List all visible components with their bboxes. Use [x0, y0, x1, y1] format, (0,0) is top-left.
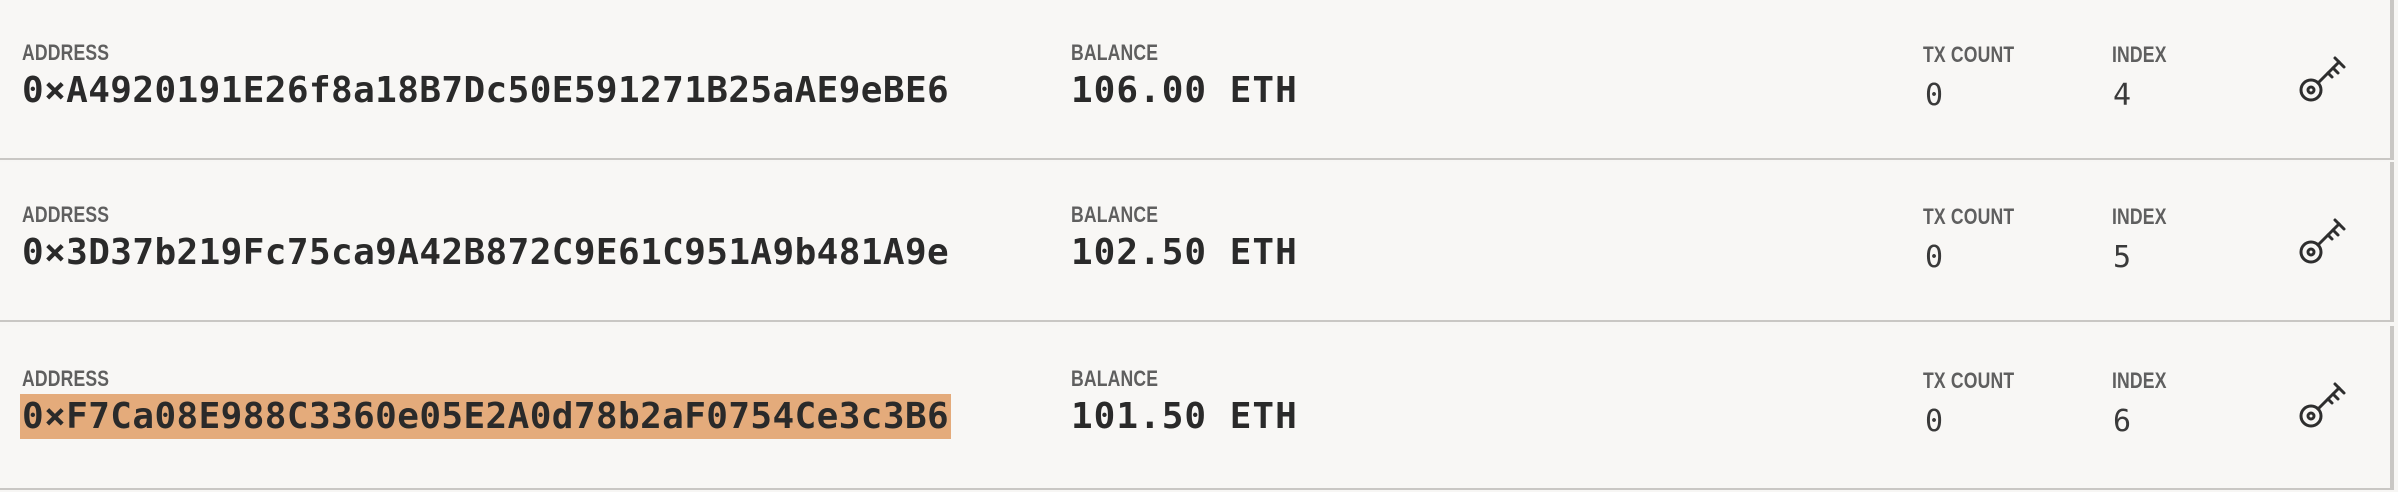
account-row: ADDRESS 0×A4920191E26f8a18B7Dc50E591271B… — [0, 0, 2394, 160]
tx-count-label: TX COUNT — [1923, 204, 2015, 229]
account-address-selected[interactable]: 0×F7Ca08E988C3360e05E2A0d78b2aF0754Ce3c3… — [20, 394, 952, 439]
address-label: ADDRESS — [22, 40, 110, 65]
show-keys-button[interactable] — [2298, 212, 2350, 266]
balance-label: BALANCE — [1071, 202, 1159, 227]
account-tx-count: 0 — [1925, 240, 1944, 275]
account-row: ADDRESS 0×3D37b219Fc75ca9A42B872C9E61C95… — [0, 162, 2394, 322]
show-keys-button[interactable] — [2298, 50, 2350, 104]
account-tx-count: 0 — [1925, 404, 1944, 439]
account-address[interactable]: 0×3D37b219Fc75ca9A42B872C9E61C951A9b481A… — [20, 230, 951, 275]
account-index: 5 — [2113, 240, 2132, 275]
account-balance: 102.50 ETH — [1071, 232, 1298, 273]
account-tx-count: 0 — [1925, 78, 1944, 113]
address-label: ADDRESS — [22, 366, 110, 391]
account-balance: 106.00 ETH — [1071, 70, 1298, 111]
tx-count-label: TX COUNT — [1923, 368, 2015, 393]
account-balance: 101.50 ETH — [1071, 396, 1298, 437]
index-label: INDEX — [2112, 204, 2167, 229]
index-label: INDEX — [2112, 42, 2167, 67]
key-icon — [2299, 382, 2346, 428]
account-index: 4 — [2113, 78, 2132, 113]
account-address[interactable]: 0×A4920191E26f8a18B7Dc50E591271B25aAE9eB… — [20, 68, 951, 113]
key-icon — [2299, 218, 2346, 264]
key-icon — [2299, 56, 2346, 102]
index-label: INDEX — [2112, 368, 2167, 393]
account-index: 6 — [2113, 404, 2132, 439]
tx-count-label: TX COUNT — [1923, 42, 2015, 67]
accounts-list: ADDRESS 0×A4920191E26f8a18B7Dc50E591271B… — [0, 0, 2398, 492]
balance-label: BALANCE — [1071, 366, 1159, 391]
show-keys-button[interactable] — [2298, 376, 2350, 430]
account-row: ADDRESS 0×F7Ca08E988C3360e05E2A0d78b2aF0… — [0, 326, 2394, 490]
address-label: ADDRESS — [22, 202, 110, 227]
balance-label: BALANCE — [1071, 40, 1159, 65]
